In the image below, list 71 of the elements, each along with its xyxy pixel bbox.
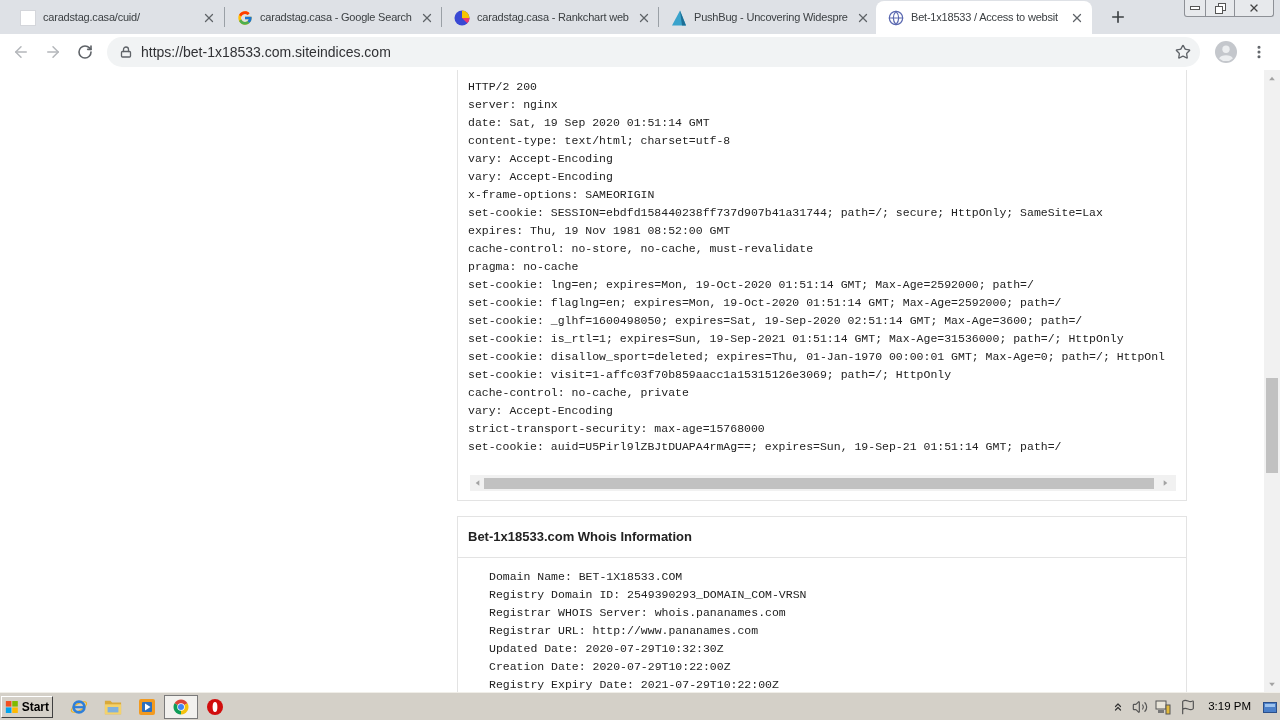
network-icon[interactable]: [1155, 698, 1172, 715]
forward-arrow-icon: [44, 43, 62, 61]
window-flag-icon: [5, 698, 19, 715]
whois-line: Domain Name: BET-1X18533.COM: [489, 569, 683, 585]
star-icon: [1175, 44, 1191, 60]
scroll-up-icon[interactable]: [1268, 75, 1276, 81]
header-line: server: nginx: [468, 97, 558, 113]
header-line: expires: Thu, 19 Nov 1981 08:52:00 GMT: [468, 223, 731, 239]
play-icon: [138, 697, 156, 716]
speaker-icon[interactable]: [1132, 698, 1149, 715]
clock-time[interactable]: 3:19 PM: [1208, 697, 1251, 716]
header-line: set-cookie: _glhf=1600498050; expires=Sat, 19-Sep-2020 02:51:14 GMT; Max-Age=3600; path=/: [468, 313, 1083, 329]
restore-icon: [1214, 2, 1226, 14]
close-icon: [1248, 2, 1260, 14]
lock-icon: [120, 46, 132, 58]
browser-tab[interactable]: caradstag.casa - Google Search: [225, 1, 441, 34]
header-line: set-cookie: visit=1-affc03f70b859aacc1a15315126e3069; path=/; HttpOnly: [468, 367, 952, 383]
browser-tab[interactable]: Bet-1x18533 / Access to websit: [876, 1, 1092, 34]
taskbar-app-button[interactable]: [164, 694, 198, 719]
address-field[interactable]: https://bet-1x18533.com.siteindices.com: [107, 37, 1200, 67]
e-logo-icon: [70, 697, 88, 716]
horizontal-scrollbar[interactable]: [470, 475, 1176, 491]
minimize-button[interactable]: [1184, 0, 1206, 17]
avatar-icon: [1215, 41, 1237, 63]
browser-tab[interactable]: caradstag.casa/cuid/: [8, 1, 224, 34]
header-line: x-frame-options: SAMEORIGIN: [468, 187, 655, 203]
header-line: set-cookie: auid=U5Pirl9lZBJtDUAPA4rmAg==; expires=Sun, 19-Sep-21 01:51:14 GMT; path=/: [468, 439, 1062, 455]
whois-line: Registry Expiry Date: 2021-07-29T10:22:00Z: [489, 677, 779, 692]
blank-page-icon: [20, 9, 36, 26]
scrollbar-thumb[interactable]: [484, 477, 1154, 489]
triangle-logo-icon: [671, 9, 687, 26]
show-desktop-icon[interactable]: [1263, 699, 1277, 714]
vertical-scrollbar[interactable]: [1264, 70, 1280, 692]
browser-tab[interactable]: PushBug - Uncovering Widespre: [659, 1, 875, 34]
header-line: HTTP/2 200: [468, 79, 537, 95]
scroll-right-icon[interactable]: [1162, 479, 1168, 487]
whois-line: Registrar WHOIS Server: whois.pananames.com: [489, 605, 786, 621]
g-logo-icon: [237, 9, 253, 26]
header-line: strict-transport-security: max-age=15768000: [468, 421, 765, 437]
header-line: vary: Accept-Encoding: [468, 151, 613, 167]
header-line: vary: Accept-Encoding: [468, 403, 613, 419]
ring-logo-icon: [206, 697, 224, 716]
whois-line: Updated Date: 2020-07-29T10:32:30Z: [489, 641, 724, 657]
scroll-down-icon[interactable]: [1268, 681, 1276, 687]
plus-icon: [1109, 8, 1127, 26]
header-line: vary: Accept-Encoding: [468, 169, 613, 185]
header-line: set-cookie: disallow_sport=deleted; expires=Thu, 01-Jan-1970 00:00:01 GMT; Max-Age=0; path=/; HttpOnl: [468, 349, 1165, 365]
whois-line: Creation Date: 2020-07-29T10:22:00Z: [489, 659, 731, 675]
header-line: set-cookie: SESSION=ebdfd158440238ff737d907b41a31744; path=/; secure; HttpOnly; SameSite=Lax: [468, 205, 1103, 221]
browser-logo-icon: [172, 697, 190, 716]
header-line: set-cookie: flaglng=en; expires=Mon, 19-Oct-2020 01:51:14 GMT; Max-Age=2592000; path=/: [468, 295, 1062, 311]
section-title: Bet-1x18533.com Whois Information: [468, 528, 692, 547]
header-line: cache-control: no-store, no-cache, must-revalidate: [468, 241, 814, 257]
header-line: cache-control: no-cache, private: [468, 385, 689, 401]
browser-tab[interactable]: caradstag.casa - Rankchart web: [442, 1, 658, 34]
header-line: content-type: text/html; charset=utf-8: [468, 133, 731, 149]
reload-icon: [77, 44, 93, 60]
scroll-left-icon[interactable]: [474, 479, 480, 487]
header-line: date: Sat, 19 Sep 2020 01:51:14 GMT: [468, 115, 710, 131]
header-line: set-cookie: lng=en; expires=Mon, 19-Oct-2020 01:51:14 GMT; Max-Age=2592000; path=/: [468, 277, 1034, 293]
header-line: pragma: no-cache: [468, 259, 579, 275]
scrollbar-thumb[interactable]: [1266, 378, 1278, 473]
flag-icon[interactable]: [1180, 698, 1197, 715]
whois-line: Registry Domain ID: 2549390293_DOMAIN_COM-VRSN: [489, 587, 807, 603]
globe-icon: [888, 9, 904, 26]
whois-line: Registrar URL: http://www.pananames.com: [489, 623, 759, 639]
header-line: set-cookie: is_rtl=1; expires=Sun, 19-Sep-2021 01:51:14 GMT; Max-Age=31536000; path=/; HttpOnly: [468, 331, 1124, 347]
minimize-icon: [1190, 6, 1200, 10]
pie-chart-icon: [454, 9, 470, 26]
start-button[interactable]: Start: [1, 695, 53, 718]
restore-button[interactable]: [1206, 0, 1235, 17]
